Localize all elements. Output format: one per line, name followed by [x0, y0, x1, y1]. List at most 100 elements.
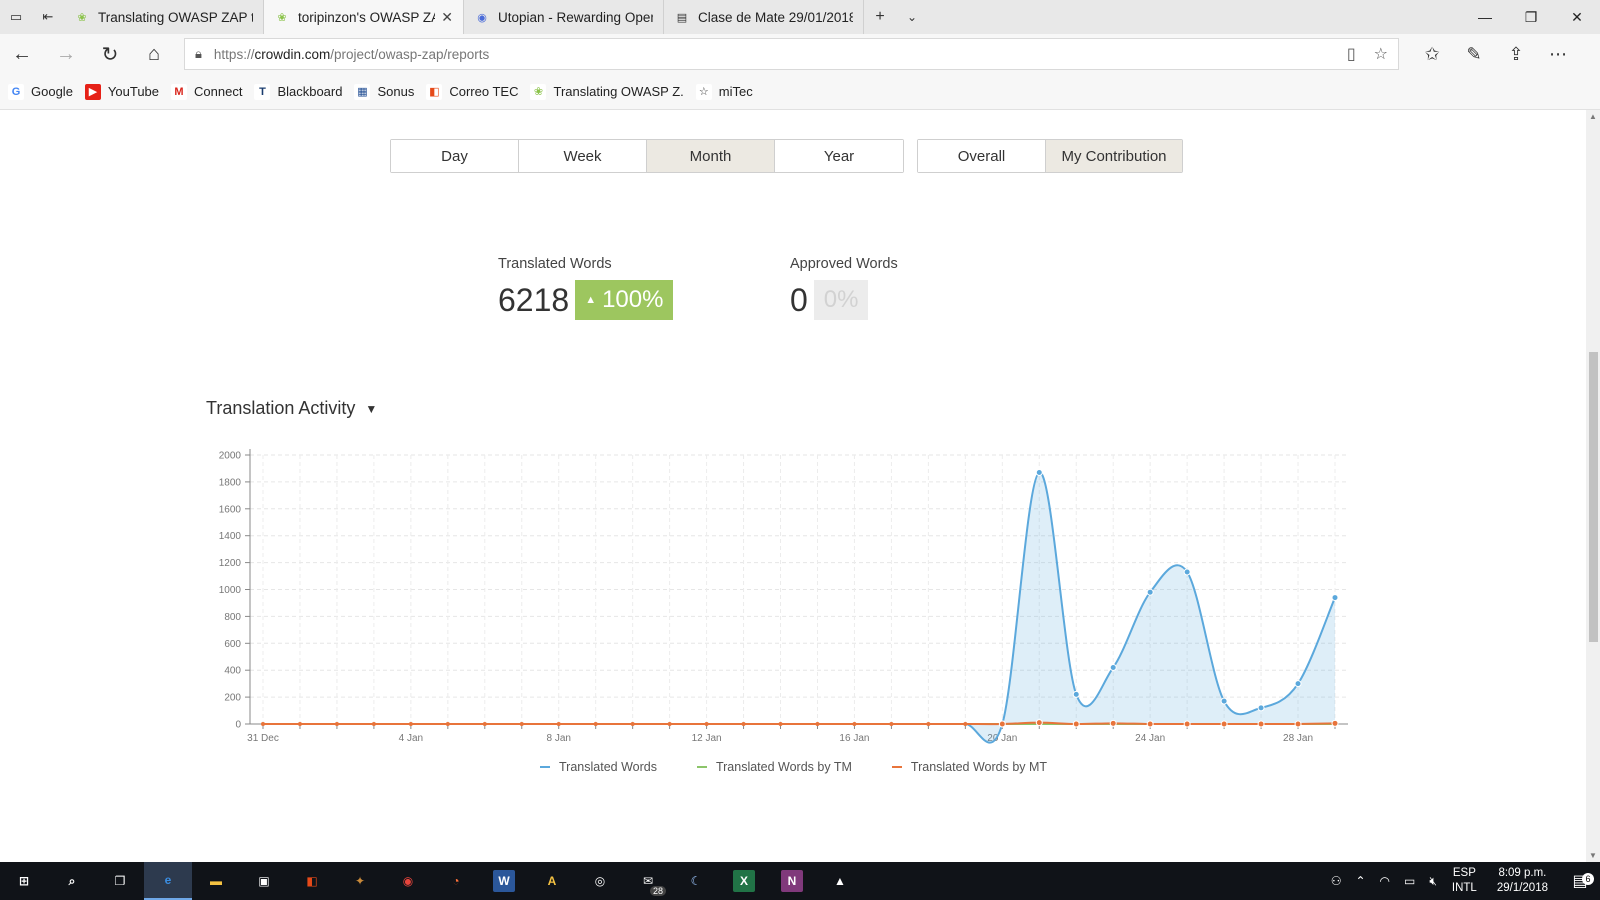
store-icon[interactable]: ▣: [240, 862, 288, 900]
favorite-youtube[interactable]: ▶ YouTube: [84, 83, 160, 100]
favorite-label: miTec: [718, 84, 753, 99]
task-view-icon-glyph: ❐: [114, 874, 126, 888]
edge-icon[interactable]: e: [144, 862, 192, 900]
lang-bottom: INTL: [1451, 882, 1477, 894]
tab-overall[interactable]: Overall: [918, 140, 1046, 172]
firefox-icon[interactable]: ◔: [432, 862, 480, 900]
blackboard-icon: T: [254, 83, 271, 100]
data-point: [1220, 697, 1228, 705]
translation-activity-chart: 0 200 400 600 800 1000 1200 1400 1600 1800 2000 31 …: [219, 449, 1348, 744]
y-tick-label: 1800: [219, 477, 242, 488]
translated-words-stat: Translated Words 6218 ▲ 100%: [498, 256, 674, 320]
onenote-icon[interactable]: N: [768, 862, 816, 900]
browser-tab-3[interactable]: ▤ Clase de Mate 29/01/2018: [664, 0, 864, 34]
data-point: [630, 722, 635, 726]
moon-app-icon[interactable]: ☾: [672, 862, 720, 900]
forward-icon[interactable]: →: [44, 34, 88, 74]
refresh-icon[interactable]: ↻: [88, 34, 132, 74]
start-button[interactable]: ⊞: [0, 862, 48, 900]
favorite-mitec[interactable]: ☆ miTec: [695, 83, 753, 100]
input-language[interactable]: ESP INTL: [1444, 866, 1485, 896]
legend-item[interactable]: Translated Words by MT: [891, 760, 1047, 774]
page-scrollbar[interactable]: ▲ ▼: [1586, 110, 1600, 862]
share-icon[interactable]: ⇪: [1495, 44, 1537, 65]
tab-preview-chevron-icon[interactable]: ⌄: [896, 0, 928, 34]
game-icon[interactable]: ✦: [336, 862, 384, 900]
minimize-icon[interactable]: —: [1462, 0, 1508, 34]
set-tabs-aside-icon[interactable]: ⇤: [32, 0, 64, 34]
legend-item[interactable]: Translated Words: [540, 760, 657, 774]
wifi-icon[interactable]: ◠: [1373, 874, 1397, 888]
scroll-up-icon[interactable]: ▲: [1586, 112, 1600, 121]
file-explorer-icon[interactable]: ▬: [192, 862, 240, 900]
crowdin-icon: ❀: [277, 11, 287, 24]
x-tick-label: 28 Jan: [1283, 733, 1313, 744]
data-point: [1146, 720, 1154, 728]
favorite-star-icon[interactable]: ☆: [1374, 44, 1388, 64]
y-tick-label: 1000: [219, 585, 242, 596]
restore-icon[interactable]: ❐: [1508, 0, 1554, 34]
chrome-icon[interactable]: ◉: [384, 862, 432, 900]
window-controls: — ❐ ✕: [1462, 0, 1600, 34]
tab-year[interactable]: Year: [775, 140, 903, 172]
web-note-icon[interactable]: ✎: [1453, 44, 1495, 65]
people-icon[interactable]: ⚇: [1324, 874, 1349, 888]
browser-tab-1[interactable]: ❀ toripinzon's OWASP ZAP ✕: [264, 0, 464, 34]
favorites-hub-icon[interactable]: ✩: [1411, 44, 1453, 65]
browser-tab-0[interactable]: ❀ Translating OWASP ZAP to S: [64, 0, 264, 34]
browser-tab-2[interactable]: ◉ Utopian - Rewarding Open: [464, 0, 664, 34]
tab-manager-icon[interactable]: ▭: [0, 0, 32, 34]
tab-day[interactable]: Day: [391, 140, 519, 172]
moon-app-icon-glyph: ☾: [690, 874, 702, 888]
tab-my-contribution[interactable]: My Contribution: [1046, 140, 1182, 172]
favorite-translating-owasp-z[interactable]: ❀ Translating OWASP Z.: [530, 83, 684, 100]
back-icon[interactable]: ←: [0, 34, 44, 74]
office-icon[interactable]: ◧: [288, 862, 336, 900]
reading-view-icon[interactable]: ▯: [1347, 44, 1356, 64]
favorite-sonus[interactable]: ▦ Sonus: [354, 83, 414, 100]
task-view-icon[interactable]: ❐: [96, 862, 144, 900]
scrollbar-thumb[interactable]: [1589, 352, 1598, 642]
legend-swatch: [696, 766, 707, 768]
x-tick-label: 4 Jan: [399, 733, 423, 744]
media-icon[interactable]: ◎: [576, 862, 624, 900]
word-icon[interactable]: W: [480, 862, 528, 900]
clock[interactable]: 8:09 p.m. 29/1/2018: [1485, 866, 1560, 896]
favorite-blackboard[interactable]: T Blackboard: [254, 83, 343, 100]
home-icon[interactable]: ⌂: [132, 34, 176, 74]
action-center-icon[interactable]: ▤ 6: [1560, 871, 1600, 891]
data-point: [815, 722, 820, 726]
favorite-google[interactable]: G Google: [8, 83, 73, 100]
scroll-down-icon[interactable]: ▼: [1586, 851, 1600, 860]
approved-words-value: 0: [790, 281, 808, 318]
translation-activity-dropdown[interactable]: Translation Activity ▼: [206, 398, 377, 419]
new-tab-icon[interactable]: +: [864, 0, 896, 34]
system-tray: ⚇ ⌃ ◠ ▭ 🔇︎ ESP INTL 8:09 p.m. 29/1/2018 …: [1324, 862, 1600, 900]
tab-week[interactable]: Week: [519, 140, 647, 172]
data-point: [261, 722, 265, 726]
unread-badge: 28: [649, 886, 666, 896]
data-point: [1183, 720, 1191, 728]
tab-month[interactable]: Month: [647, 140, 775, 172]
mail-icon[interactable]: ✉ 28: [624, 862, 672, 900]
favorite-label: Blackboard: [277, 84, 343, 99]
favorite-connect[interactable]: M Connect: [171, 83, 242, 100]
legend-item[interactable]: Translated Words by TM: [696, 760, 852, 774]
data-point: [852, 722, 857, 726]
battery-icon[interactable]: ▭: [1397, 874, 1422, 888]
more-options-icon[interactable]: ⋯: [1537, 44, 1579, 65]
show-hidden-icons-chevron-icon[interactable]: ⌃: [1348, 874, 1372, 888]
address-input[interactable]: 🔒︎ https://crowdin.com/project/owasp-zap…: [184, 38, 1399, 70]
y-tick-label: 2000: [219, 451, 242, 462]
volume-muted-icon[interactable]: 🔇︎: [1422, 874, 1444, 889]
favorite-correo-tec[interactable]: ◧ Correo TEC: [426, 83, 518, 100]
excel-icon[interactable]: X: [720, 862, 768, 900]
photos-icon[interactable]: ▲: [816, 862, 864, 900]
tab-close-icon[interactable]: ✕: [441, 9, 453, 26]
browser-tab-bar: ▭ ⇤ ❀ Translating OWASP ZAP to S ❀ torip…: [0, 0, 1600, 34]
game-icon-glyph: ✦: [354, 874, 366, 888]
arduino-icon[interactable]: A: [528, 862, 576, 900]
favorite-label: YouTube: [107, 84, 160, 99]
search-icon[interactable]: ⌕: [48, 862, 96, 900]
close-icon[interactable]: ✕: [1554, 0, 1600, 34]
